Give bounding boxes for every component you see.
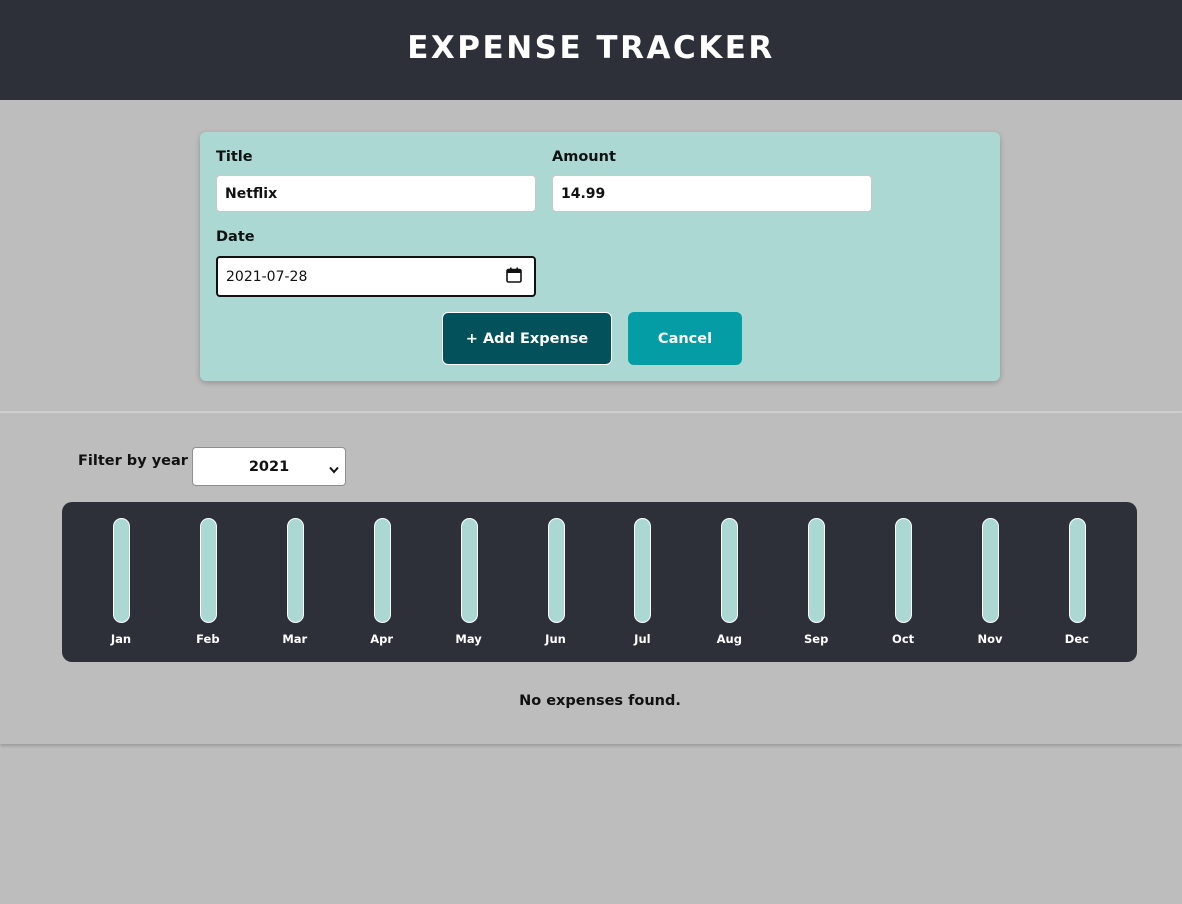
app-header: EXPENSE TRACKER [0,0,1182,100]
chart-bar-label: Apr [370,632,394,646]
chart-bar-label: Sep [804,632,829,646]
chart-bar-label: Jun [545,632,566,646]
chart-bar-track [721,518,739,623]
date-input[interactable]: 2021-07-28 [216,256,536,297]
chart-bar-track [982,518,999,623]
chart-bar-jan: Jan [91,502,151,662]
chart-bar-label: Feb [196,632,220,646]
chart-bar-may: May [439,502,499,662]
chart-bar-sep: Sep [786,502,846,662]
chevron-down-icon [329,462,339,478]
chart-bar-label: Jul [634,632,651,646]
title-label: Title [216,149,253,165]
chart-bar-nov: Nov [960,502,1020,662]
chart-bar-jun: Jun [526,502,586,662]
expenses-panel: Filter by year 2021 Jan Feb Mar Apr May Jun Ju… [0,411,1182,744]
expenses-chart: Jan Feb Mar Apr May Jun Jul Aug Sep Oct Nov Dec [62,502,1137,662]
chart-bar-label: Oct [892,632,915,646]
date-label: Date [216,229,255,245]
chart-bar-jul: Jul [612,502,672,662]
chart-bar-feb: Feb [178,502,238,662]
year-select-value: 2021 [248,458,290,475]
chart-bar-label: Jan [110,632,132,646]
chart-bar-oct: Oct [873,502,933,662]
calendar-icon[interactable] [506,267,522,287]
chart-bar-track [286,518,304,623]
filter-label: Filter by year [78,453,188,469]
year-select[interactable]: 2021 [192,447,346,486]
chart-bar-track [199,518,217,623]
chart-bar-dec: Dec [1047,502,1107,662]
chart-bar-apr: Apr [352,502,412,662]
chart-bar-track [547,518,565,623]
chart-bar-label: Aug [716,632,742,646]
chart-bar-track [373,518,391,623]
chart-bar-track [113,518,130,623]
chart-bar-mar: Mar [265,502,325,662]
amount-label: Amount [552,149,616,165]
new-expense-form: Title Netflix Amount 14.99 Date 2021-07-… [200,132,1000,381]
add-expense-button[interactable]: + Add Expense [442,312,612,365]
cancel-button[interactable]: Cancel [628,312,742,365]
chart-bar-label: Nov [977,632,1003,646]
chart-bar-track [895,518,913,623]
chart-bar-label: May [455,632,482,646]
chart-bar-label: Mar [282,632,308,646]
empty-state-message: No expenses found. [519,693,681,709]
app-title: EXPENSE TRACKER [407,30,775,66]
chart-bar-track [808,518,826,623]
date-value: 2021-07-28 [226,268,308,285]
amount-input[interactable]: 14.99 [552,175,872,212]
chart-bar-track [1068,518,1086,623]
chart-bar-track [460,518,478,623]
title-input[interactable]: Netflix [216,175,536,212]
chart-bar-track [634,518,652,623]
chart-bar-aug: Aug [699,502,759,662]
chart-bar-label: Dec [1064,632,1089,646]
